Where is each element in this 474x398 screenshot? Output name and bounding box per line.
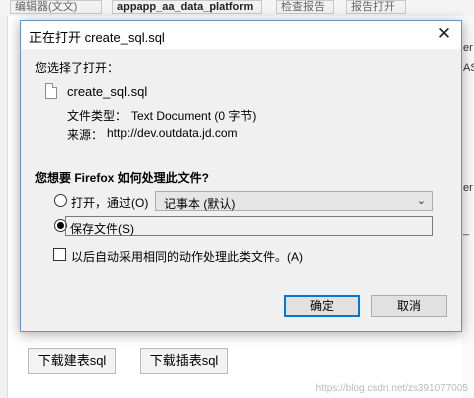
question-heading: 您想要 Firefox 如何处理此文件? bbox=[35, 171, 210, 185]
download-create-sql-button[interactable]: 下载建表sql bbox=[28, 348, 116, 374]
ok-button[interactable]: 确定 bbox=[284, 295, 360, 317]
file-name: create_sql.sql bbox=[67, 84, 148, 99]
background-tab: 编辑器(文文) bbox=[10, 0, 102, 14]
background-text: er bbox=[463, 42, 473, 54]
background-text: AS bbox=[463, 62, 474, 74]
download-insert-sql-button[interactable]: 下载插表sql bbox=[140, 348, 228, 374]
background-button: 检查报告 bbox=[276, 0, 334, 14]
document-icon bbox=[45, 83, 57, 99]
app-select-value: 记事本 (默认) bbox=[164, 197, 236, 211]
remember-label[interactable]: 以后自动采用相同的动作处理此类文件。(A) bbox=[71, 248, 303, 265]
file-type-value: Text Document (0 字节) bbox=[131, 109, 257, 123]
chevron-down-icon: ⌄ bbox=[416, 195, 426, 207]
dialog-titlebar[interactable]: 正在打开 create_sql.sql ✕ bbox=[21, 21, 461, 49]
app-select[interactable]: 记事本 (默认) ⌄ bbox=[155, 191, 433, 211]
intro-text: 您选择了打开： bbox=[35, 61, 120, 75]
save-file-option[interactable]: 保存文件(S) bbox=[65, 216, 433, 236]
close-icon[interactable]: ✕ bbox=[427, 21, 461, 49]
cancel-button[interactable]: 取消 bbox=[371, 295, 447, 317]
background-left-panel bbox=[0, 16, 8, 398]
background-text: er bbox=[463, 182, 473, 194]
source-value: http://dev.outdata.jd.com bbox=[107, 126, 238, 140]
open-with-label[interactable]: 打开，通过(O) bbox=[71, 194, 148, 211]
open-file-dialog: 正在打开 create_sql.sql ✕ 您选择了打开： create_sql… bbox=[20, 20, 462, 332]
source-label: 来源： bbox=[67, 128, 104, 142]
file-type-label: 文件类型： bbox=[67, 109, 128, 123]
background-input: appapp_aa_data_platform bbox=[112, 0, 262, 14]
remember-checkbox[interactable] bbox=[53, 248, 66, 261]
background-text: _ bbox=[463, 224, 470, 236]
dialog-title: 正在打开 create_sql.sql bbox=[29, 30, 165, 45]
watermark: https://blog.csdn.net/zs391077005 bbox=[315, 383, 468, 394]
open-with-radio[interactable] bbox=[54, 194, 67, 207]
background-button: 报告打开 bbox=[346, 0, 406, 14]
save-file-label: 保存文件(S) bbox=[70, 222, 134, 236]
